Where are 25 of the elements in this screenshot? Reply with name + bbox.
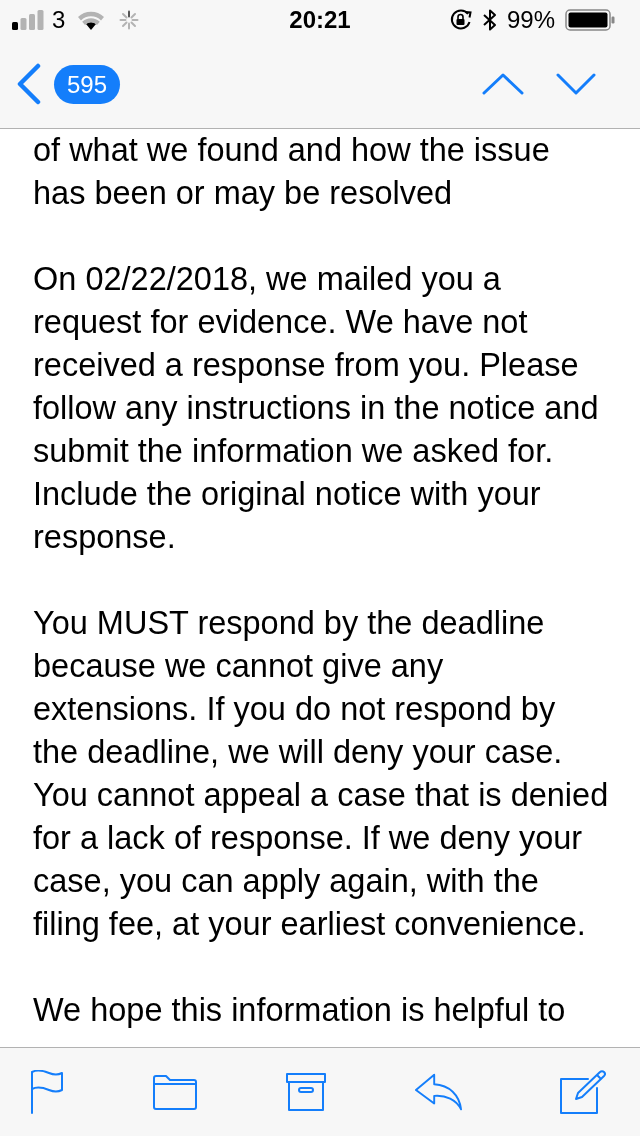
- wifi-icon: [77, 10, 106, 30]
- signal-icon: [12, 10, 44, 30]
- unread-count-badge: 595: [54, 64, 121, 104]
- chevron-left-icon: [16, 63, 42, 105]
- chevron-down-icon: [556, 73, 596, 95]
- message-paragraph: You MUST respond by the deadline because we cannot give any extensions. If you do not respond by the deadline, we will deny your case. You cannot appeal a case that is denied for a lack of response. If we deny your case, you can apply again, with the filing fee, at your earliest convenience.: [33, 604, 610, 944]
- archive-box-icon: [286, 1073, 326, 1111]
- battery-icon: [565, 9, 615, 31]
- next-message-button[interactable]: [554, 71, 598, 97]
- carrier-label: 3: [52, 8, 66, 32]
- orientation-lock-icon: [448, 9, 473, 31]
- message-paragraph: On 02/22/2018, we mailed you a request for evidence. We have not received a response from you. Please follow any instructions in the notice and submit the information we asked for. Include the original notice with your response.: [33, 260, 600, 557]
- folder-icon: [153, 1074, 197, 1110]
- previous-message-button[interactable]: [480, 71, 526, 97]
- loading-spinner-icon: [119, 10, 140, 30]
- clock-time: 20:21: [289, 8, 351, 32]
- compose-icon: [560, 1070, 606, 1114]
- battery-percentage: 99%: [506, 8, 555, 32]
- chevron-up-icon: [482, 73, 524, 95]
- back-button[interactable]: 595: [16, 63, 121, 105]
- message-paragraph: of what we found and how the issue has been or may be resolved: [33, 131, 551, 213]
- flag-icon: [30, 1070, 64, 1114]
- reply-arrow-icon: [415, 1073, 463, 1111]
- bluetooth-icon: [482, 9, 497, 31]
- message-paragraph: We hope this information is helpful to: [33, 991, 567, 1030]
